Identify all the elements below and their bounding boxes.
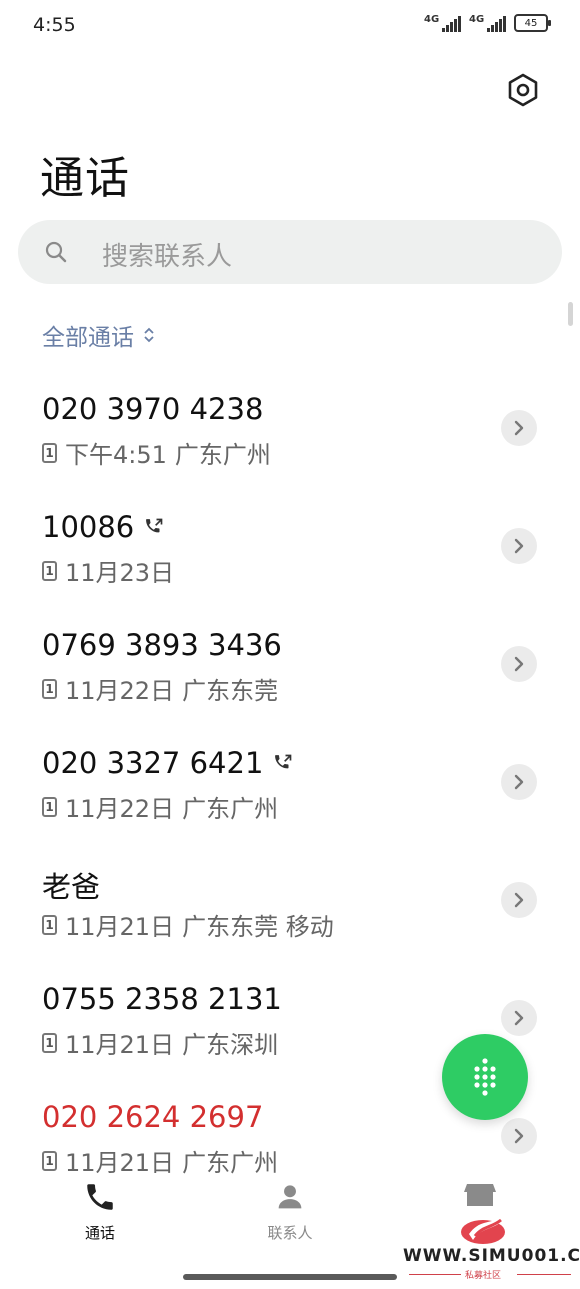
call-detail-button[interactable] (501, 410, 537, 446)
call-meta: 1 11月22日 广东广州 (42, 789, 278, 824)
call-detail-button[interactable] (501, 764, 537, 800)
dialpad-button[interactable] (442, 1034, 528, 1120)
call-location: 广东深圳 (182, 1031, 279, 1059)
sim-card-icon: 1 (42, 442, 57, 463)
call-location: 广东东莞 移动 (182, 913, 334, 941)
sim-card-icon: 1 (42, 560, 57, 581)
call-log-item[interactable]: 020 3970 4238 1 下午4:51 广东广州 (0, 380, 580, 498)
call-number-text: 0755 2358 2131 (42, 982, 282, 1016)
chevron-right-icon (514, 420, 524, 436)
signal-icon-sim2: 4G (469, 14, 506, 32)
call-time: 11月22日 (65, 677, 175, 705)
call-detail-button[interactable] (501, 646, 537, 682)
call-number-text: 0769 3893 3436 (42, 628, 282, 662)
call-number-text: 老爸 (42, 870, 101, 904)
call-log-item[interactable]: 老爸 1 11月21日 广东东莞 移动 (0, 852, 580, 970)
call-meta: 1 11月22日 广东东莞 (42, 671, 278, 706)
call-log-item[interactable]: 020 3327 6421 1 11月22日 广东广州 (0, 734, 580, 852)
call-time: 11月21日 (65, 1149, 175, 1177)
call-meta: 1 11月23日 (42, 553, 174, 588)
chevron-right-icon (514, 892, 524, 908)
chevron-right-icon (514, 656, 524, 672)
call-filter-label: 全部通话 (42, 325, 134, 351)
call-number: 020 3970 4238 (42, 392, 263, 426)
call-time: 11月23日 (65, 559, 175, 587)
sim-card-icon: 1 (42, 1032, 57, 1053)
call-location: 广东东莞 (182, 677, 279, 705)
settings-hexagon-icon (508, 73, 538, 107)
call-number-text: 10086 (42, 510, 135, 544)
store-icon (464, 1184, 496, 1206)
watermark-text: WWW.SIMU001.CN (403, 1246, 580, 1266)
tab-contacts[interactable]: 联系人 (230, 1180, 350, 1243)
settings-button[interactable] (503, 70, 543, 110)
person-icon (278, 1185, 302, 1209)
search-input[interactable]: 搜索联系人 (18, 220, 562, 284)
call-detail-button[interactable] (501, 882, 537, 918)
call-time: 11月21日 (65, 1031, 175, 1059)
call-filter-dropdown[interactable]: 全部通话 (42, 318, 156, 352)
call-meta: 1 11月21日 广东深圳 (42, 1025, 278, 1060)
phone-icon (87, 1184, 113, 1210)
call-location: 广东广州 (182, 1149, 279, 1177)
chevron-right-icon (514, 1128, 524, 1144)
status-time: 4:55 (33, 14, 76, 36)
page-title: 通话 (40, 153, 130, 204)
home-indicator[interactable] (183, 1274, 397, 1280)
call-meta: 1 下午4:51 广东广州 (42, 435, 271, 470)
call-detail-button[interactable] (501, 528, 537, 564)
chevron-right-icon (514, 538, 524, 554)
call-number: 020 3327 6421 (42, 746, 293, 780)
call-number: 10086 (42, 510, 164, 544)
call-number: 老爸 (42, 864, 100, 906)
call-number: 0755 2358 2131 (42, 982, 282, 1016)
call-number-text: 020 3327 6421 (42, 746, 264, 780)
sim-card-icon: 1 (42, 796, 57, 817)
chevron-right-icon (514, 774, 524, 790)
sim-card-icon: 1 (42, 1150, 57, 1171)
tab-calls[interactable]: 通话 (40, 1180, 160, 1243)
call-time: 11月22日 (65, 795, 175, 823)
outgoing-call-icon (275, 754, 292, 769)
status-bar: 4:55 4G 4G 45 (0, 0, 580, 52)
call-time: 11月21日 (65, 913, 175, 941)
watermark-logo-icon (461, 1212, 509, 1244)
call-location: 广东广州 (174, 441, 271, 469)
battery-icon: 45 (514, 14, 551, 32)
search-icon (45, 241, 67, 263)
call-log-item[interactable]: 10086 1 11月23日 (0, 498, 580, 616)
sim-card-icon: 1 (42, 678, 57, 699)
call-location: 广东广州 (182, 795, 279, 823)
dialpad-icon (474, 1058, 496, 1096)
tab-services[interactable] (420, 1180, 540, 1214)
call-number: 0769 3893 3436 (42, 628, 282, 662)
watermark: WWW.SIMU001.CN 私募社区 (403, 1210, 580, 1281)
status-icons: 4G 4G 45 (424, 14, 551, 32)
signal-icon-sim1: 4G (424, 14, 461, 32)
chevron-right-icon (514, 1010, 524, 1026)
call-number-text: 020 3970 4238 (42, 392, 264, 426)
call-meta: 1 11月21日 广东广州 (42, 1143, 278, 1178)
call-number-text: 020 2624 2697 (42, 1100, 264, 1134)
search-placeholder: 搜索联系人 (102, 242, 233, 272)
watermark-subtitle: 私募社区 (465, 1271, 502, 1281)
tab-calls-label: 通话 (84, 1224, 115, 1242)
call-meta: 1 11月21日 广东东莞 移动 (42, 907, 334, 942)
outgoing-call-icon (146, 518, 163, 533)
tab-contacts-label: 联系人 (267, 1224, 313, 1242)
sort-chevron-icon (144, 327, 154, 343)
sim-card-icon: 1 (42, 914, 57, 935)
call-number: 020 2624 2697 (42, 1100, 263, 1134)
call-detail-button[interactable] (501, 1118, 537, 1154)
call-log-item[interactable]: 0769 3893 3436 1 11月22日 广东东莞 (0, 616, 580, 734)
scrollbar[interactable] (568, 302, 573, 326)
call-time: 下午4:51 (65, 441, 167, 469)
call-detail-button[interactable] (501, 1000, 537, 1036)
